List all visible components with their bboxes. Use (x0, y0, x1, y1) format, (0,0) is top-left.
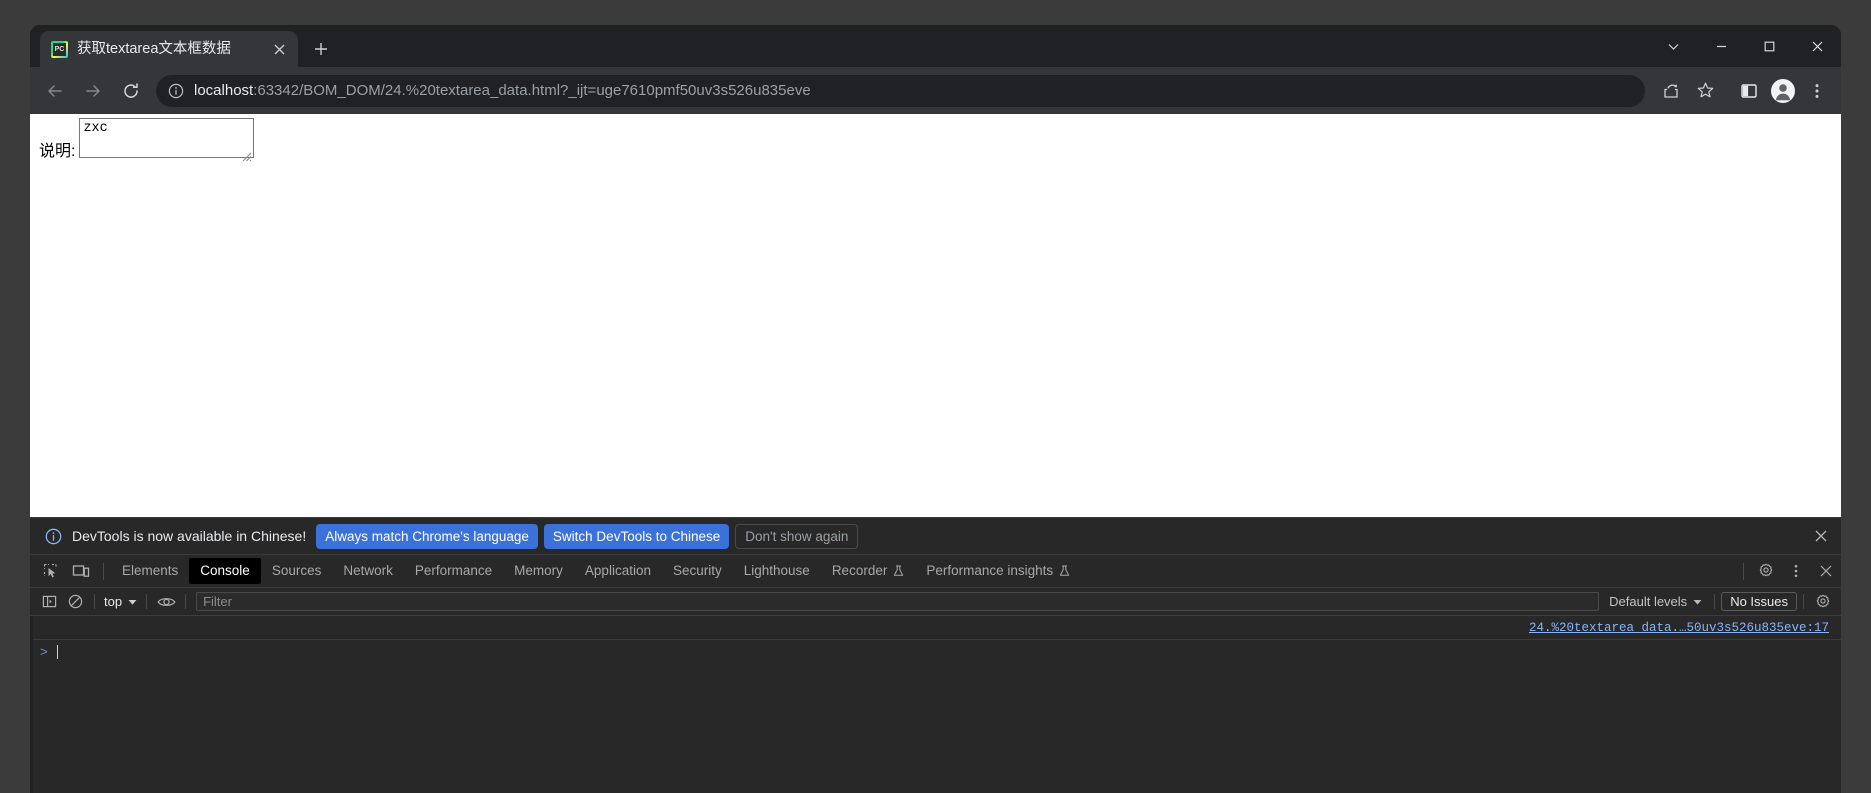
url-path: :63342/BOM_DOM/24.%20textarea_data.html?… (253, 81, 811, 99)
forward-arrow-icon[interactable] (75, 73, 111, 109)
tabbar-divider (103, 562, 104, 580)
text-cursor (56, 645, 58, 659)
profile-avatar-icon[interactable] (1767, 75, 1799, 107)
toolbar-divider-3 (185, 594, 187, 609)
console-filter-input[interactable] (196, 592, 1600, 611)
tab-application[interactable]: Application (574, 558, 662, 584)
tab-performance-insights-label: Performance insights (926, 563, 1054, 578)
console-message-row: 24.%20textarea_data.…50uv3s526u835eve:17 (30, 616, 1841, 640)
bookmark-star-icon[interactable] (1689, 75, 1721, 107)
flask-icon (893, 565, 904, 577)
new-tab-button[interactable] (306, 34, 336, 64)
tab-performance-insights[interactable]: Performance insights (915, 558, 1081, 584)
url-text: localhost:63342/BOM_DOM/24.%20textarea_d… (194, 75, 811, 107)
tab-network[interactable]: Network (332, 558, 404, 584)
url-host: localhost (194, 81, 254, 99)
tab-recorder[interactable]: Recorder (821, 558, 916, 584)
live-expression-icon[interactable] (154, 591, 178, 613)
reload-icon[interactable] (113, 73, 149, 109)
toolbar-divider-4 (1714, 594, 1716, 609)
toolbar-divider-5 (1803, 594, 1804, 609)
page-viewport: 说明: (30, 114, 1841, 517)
close-icon[interactable] (1812, 558, 1840, 584)
execution-context-value: top (104, 594, 123, 609)
tab-lighthouse[interactable]: Lighthouse (733, 558, 821, 584)
gear-icon[interactable] (1811, 591, 1835, 613)
console-source-link[interactable]: 24.%20textarea_data.…50uv3s526u835eve:17 (1529, 621, 1829, 635)
description-textarea[interactable] (79, 118, 255, 158)
chevron-down-icon (128, 594, 137, 609)
toolbar-divider-2 (146, 594, 148, 609)
flask-icon (1059, 565, 1070, 577)
pycharm-icon (51, 40, 68, 58)
console-sidebar-icon[interactable] (37, 591, 61, 613)
chevron-down-icon[interactable] (1649, 25, 1697, 67)
tab-performance[interactable]: Performance (404, 558, 503, 584)
window-controls (1649, 25, 1841, 67)
close-icon[interactable] (1807, 522, 1835, 550)
close-icon[interactable] (1793, 25, 1841, 67)
console-left-edge (30, 616, 33, 793)
close-icon[interactable] (269, 39, 289, 59)
prompt-chevron-icon: > (40, 644, 48, 660)
more-menu-icon[interactable] (1801, 75, 1833, 107)
tab-memory[interactable]: Memory (503, 558, 574, 584)
page-form-row: 说明: (39, 118, 255, 163)
textarea-wrapper (75, 118, 255, 163)
back-arrow-icon[interactable] (37, 73, 73, 109)
console-prompt[interactable]: > (30, 640, 1841, 664)
devtools-language-banner: DevTools is now available in Chinese! Al… (30, 518, 1841, 555)
browser-tab[interactable]: 获取textarea文本框数据 (40, 31, 298, 67)
minimize-icon[interactable] (1697, 25, 1745, 67)
tabbar-divider-right (1743, 562, 1744, 580)
clear-console-icon[interactable] (63, 591, 87, 613)
log-levels-label: Default levels (1609, 594, 1688, 609)
tab-strip: 获取textarea文本框数据 (30, 25, 1841, 67)
dont-show-again-button[interactable]: Don't show again (735, 523, 859, 549)
tab-recorder-label: Recorder (831, 563, 888, 578)
gear-icon[interactable] (1752, 558, 1780, 584)
console-output: 24.%20textarea_data.…50uv3s526u835eve:17… (30, 616, 1841, 793)
always-match-language-button[interactable]: Always match Chrome's language (316, 523, 538, 549)
console-toolbar: top Default levels No Iss (30, 588, 1841, 616)
switch-devtools-to-chinese-button[interactable]: Switch DevTools to Chinese (543, 523, 730, 549)
browser-toolbar: localhost:63342/BOM_DOM/24.%20textarea_d… (30, 67, 1841, 114)
devtools-tab-bar: Elements Console Sources Network Perform… (30, 555, 1841, 588)
share-icon[interactable] (1655, 75, 1687, 107)
info-circle-icon[interactable] (167, 82, 185, 100)
devtools-panel: DevTools is now available in Chinese! Al… (30, 517, 1841, 793)
log-levels-selector[interactable]: Default levels (1603, 594, 1708, 609)
tab-security[interactable]: Security (662, 558, 733, 584)
page-label: 说明: (39, 143, 76, 160)
side-panel-icon[interactable] (1733, 75, 1765, 107)
execution-context-selector[interactable]: top (101, 594, 140, 609)
device-toolbar-icon[interactable] (67, 558, 95, 584)
chevron-down-icon (1693, 594, 1702, 609)
banner-message: DevTools is now available in Chinese! (72, 528, 307, 544)
info-circle-icon (44, 527, 62, 545)
inspect-element-icon[interactable] (37, 558, 65, 584)
toolbar-divider (94, 594, 95, 609)
issues-badge[interactable]: No Issues (1721, 592, 1797, 611)
tab-elements[interactable]: Elements (111, 558, 189, 584)
tab-title: 获取textarea文本框数据 (77, 41, 231, 57)
console-empty-area[interactable] (30, 664, 1841, 793)
more-menu-icon[interactable] (1782, 558, 1810, 584)
omnibox[interactable]: localhost:63342/BOM_DOM/24.%20textarea_d… (156, 74, 1645, 107)
maximize-icon[interactable] (1745, 25, 1793, 67)
tab-sources[interactable]: Sources (261, 558, 333, 584)
chrome-browser-window: 获取textarea文本框数据 (30, 25, 1841, 793)
tab-console[interactable]: Console (189, 558, 261, 584)
